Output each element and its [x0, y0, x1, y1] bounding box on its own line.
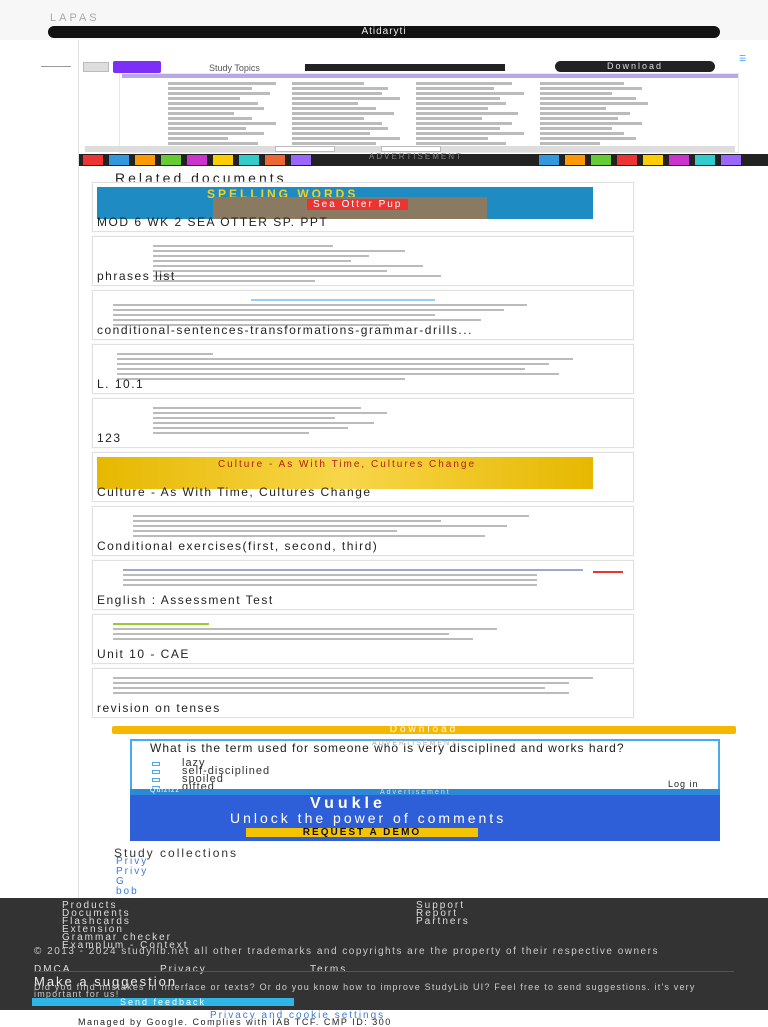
related-doc-card[interactable]: SPELLING WORDS Sea Otter Pup MOD 6 WK 2 … [92, 182, 634, 232]
download-bar-button[interactable]: Download [112, 725, 736, 735]
thumbnail-icon[interactable] [83, 62, 109, 72]
doc-thumbnail [113, 623, 593, 643]
related-doc-card[interactable]: Unit 10 - CAE [92, 614, 634, 664]
preview-column [168, 82, 288, 152]
related-doc-card[interactable]: 123 [92, 398, 634, 448]
collection-link[interactable]: bob [116, 886, 139, 897]
related-doc-card[interactable]: Culture - As With Time, Cultures Change … [92, 452, 634, 502]
document-icon [113, 61, 161, 73]
page-button[interactable] [275, 146, 335, 152]
suggestion-text: Did you find mistakes in interface or te… [34, 982, 696, 999]
site-logo[interactable]: LAPAS [50, 12, 100, 24]
related-doc-card[interactable]: phrases list [92, 236, 634, 286]
related-doc-card[interactable]: English : Assessment Test [92, 560, 634, 610]
preview-column [416, 82, 536, 152]
doc-thumbnail [123, 569, 583, 589]
menu-icon[interactable]: ☰ [739, 54, 761, 63]
quiz-question: What is the term used for someone who is… [150, 741, 625, 755]
vuukle-ad[interactable]: Advertisement Vuukle Unlock the power of… [130, 789, 720, 841]
document-progress-bar [305, 64, 505, 71]
copyright: © 2013 - 2024 studylib.net all other tra… [34, 946, 659, 957]
related-doc-card[interactable]: revision on tenses [92, 668, 634, 718]
cookie-text: Managed by Google. Complies with IAB TCF… [78, 1017, 392, 1027]
doc-thumbnail [133, 515, 573, 540]
quiz-widget[interactable]: ADVERTISEMENT What is the term used for … [130, 739, 720, 793]
related-doc-card[interactable]: L. 10.1 [92, 344, 634, 394]
divider [34, 971, 734, 972]
login-link[interactable]: Log in [668, 779, 699, 789]
header-title[interactable]: Atidaryti [48, 26, 720, 38]
download-button[interactable]: Download [555, 61, 715, 72]
document-title: Study Topics [209, 63, 260, 73]
divider [41, 66, 71, 67]
footer: Products Documents Flashcards Extension … [0, 898, 768, 1024]
request-demo-button[interactable]: REQUEST A DEMO [246, 828, 478, 838]
preview-column [540, 82, 660, 152]
document-preview[interactable] [119, 73, 739, 153]
ad-label: ADVERTISEMENT [369, 152, 463, 161]
related-doc-card[interactable]: conditional-sentences-transformations-gr… [92, 290, 634, 340]
top-bar: LAPAS Atidaryti [0, 0, 768, 40]
cookie-bar: Privacy and cookie settings Managed by G… [0, 1010, 768, 1027]
footer-link[interactable]: Partners [416, 916, 470, 927]
doc-thumbnail [113, 677, 593, 697]
related-doc-card[interactable]: Conditional exercises(first, second, thi… [92, 506, 634, 556]
terms-link[interactable]: Terms [310, 964, 347, 975]
preview-column [292, 82, 412, 152]
ad-text: Unlock the power of comments [230, 810, 507, 826]
send-feedback-button[interactable]: Send feedback [32, 998, 294, 1007]
preview-header [122, 74, 738, 78]
